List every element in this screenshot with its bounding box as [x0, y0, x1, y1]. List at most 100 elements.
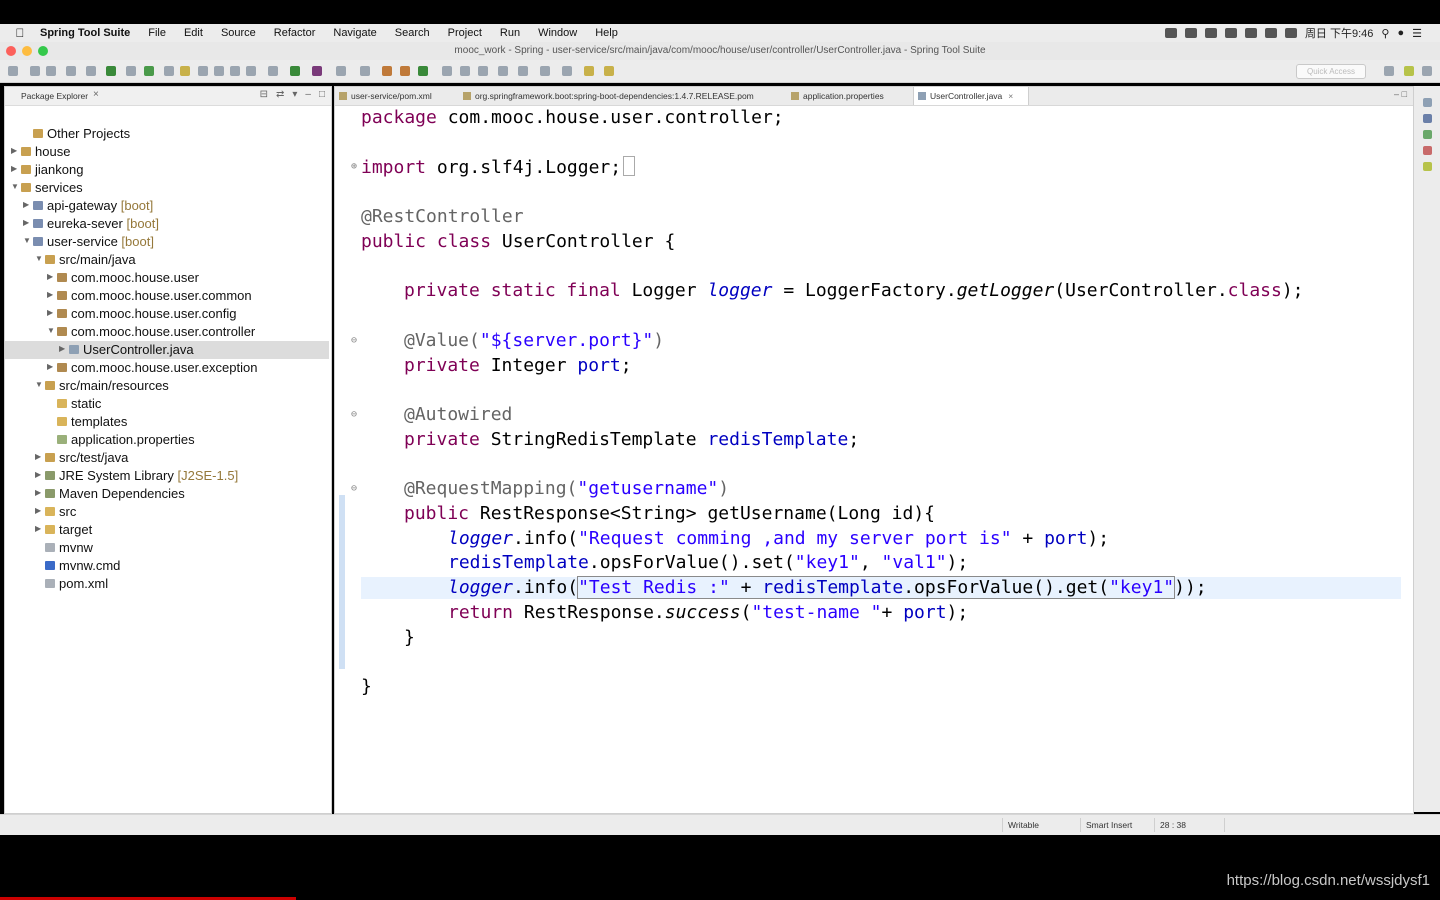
- expand-arrow-icon[interactable]: ▶: [11, 146, 17, 155]
- expand-arrow-icon[interactable]: ▶: [47, 308, 53, 317]
- tree-item[interactable]: ▶ Maven Dependencies: [5, 485, 329, 503]
- collapse-arrow-icon[interactable]: ▼: [35, 380, 43, 389]
- expand-arrow-icon[interactable]: ▶: [47, 362, 53, 371]
- spring-icon[interactable]: [1423, 162, 1432, 171]
- terminal-icon[interactable]: [66, 66, 76, 76]
- code-line[interactable]: public RestResponse<String> getUsername(…: [404, 503, 935, 525]
- tree-item[interactable]: ▼ user-service [boot]: [5, 233, 329, 251]
- tab-application-properties[interactable]: application.properties: [791, 87, 909, 105]
- menu-search[interactable]: Search: [395, 27, 430, 39]
- tree-item[interactable]: pom.xml: [5, 575, 329, 593]
- code-line[interactable]: redisTemplate.opsForValue().set("key1", …: [448, 552, 968, 574]
- close-tab-icon[interactable]: ×: [1008, 91, 1013, 101]
- tree-item[interactable]: ▶ house: [5, 143, 329, 161]
- pin-icon[interactable]: [198, 66, 208, 76]
- tree-item[interactable]: ▶ eureka-sever [boot]: [5, 215, 329, 233]
- expand-arrow-icon[interactable]: ▶: [35, 488, 41, 497]
- tree-item[interactable]: Other Projects: [5, 125, 329, 143]
- spring-perspective-icon[interactable]: [1404, 66, 1414, 76]
- notification-center-icon[interactable]: ☰: [1412, 27, 1422, 40]
- save-all-icon[interactable]: [46, 66, 56, 76]
- search-icon[interactable]: ⚲: [1381, 27, 1389, 40]
- menu-window[interactable]: Window: [538, 27, 577, 39]
- tree-item[interactable]: ▼ com.mooc.house.user.controller: [5, 323, 329, 341]
- tree-item[interactable]: ▶ JRE System Library [J2SE-1.5]: [5, 467, 329, 485]
- task-list-icon[interactable]: [1423, 130, 1432, 139]
- maximize-editor-icon[interactable]: □: [1402, 89, 1407, 99]
- menu-refactor[interactable]: Refactor: [274, 27, 316, 39]
- code-line[interactable]: private Integer port;: [404, 355, 632, 377]
- code-line[interactable]: @Autowired: [404, 404, 512, 426]
- expand-arrow-icon[interactable]: ▶: [35, 452, 41, 461]
- code-line[interactable]: import org.slf4j.Logger;: [361, 156, 636, 178]
- run-icon[interactable]: [290, 66, 300, 76]
- code-line[interactable]: public class UserController {: [361, 231, 675, 253]
- expand-arrow-icon[interactable]: ▶: [35, 524, 41, 533]
- clock[interactable]: 周日 下午9:46: [1305, 25, 1373, 41]
- battery-icon[interactable]: [1284, 28, 1297, 38]
- coverage-icon[interactable]: [312, 66, 322, 76]
- new-project-icon[interactable]: [382, 66, 392, 76]
- tree-item[interactable]: ▶ src/test/java: [5, 449, 329, 467]
- tree-item[interactable]: ▼ src/main/resources: [5, 377, 329, 395]
- code-line[interactable]: logger.info("Request comming ,and my ser…: [448, 528, 1109, 550]
- menu-file[interactable]: File: [148, 27, 166, 39]
- highlight-icon[interactable]: [180, 66, 190, 76]
- expand-arrow-icon[interactable]: ▶: [59, 344, 65, 353]
- siri-icon[interactable]: ●: [1397, 27, 1404, 39]
- tree-item[interactable]: ▶ target: [5, 521, 329, 539]
- expand-arrow-icon[interactable]: ▶: [35, 506, 41, 515]
- open-task-icon[interactable]: [442, 66, 452, 76]
- code-line[interactable]: @RequestMapping("getusername"): [404, 478, 729, 500]
- debug-perspective-icon[interactable]: [1422, 66, 1432, 76]
- menu-help[interactable]: Help: [595, 27, 618, 39]
- problems-icon[interactable]: [1423, 146, 1432, 155]
- tree-item[interactable]: ▶ com.mooc.house.user.exception: [5, 359, 329, 377]
- menu-navigate[interactable]: Navigate: [333, 27, 376, 39]
- collapse-fold-icon[interactable]: ⊖: [351, 335, 357, 346]
- wifi-icon[interactable]: [1264, 28, 1277, 38]
- link-with-editor-icon[interactable]: ⇄: [276, 89, 284, 100]
- cursor-position[interactable]: 28 : 38: [1160, 820, 1186, 830]
- outline-icon[interactable]: [1423, 114, 1432, 123]
- open-type-icon[interactable]: [126, 66, 136, 76]
- minimize-view-icon[interactable]: –: [305, 89, 311, 100]
- tray-app-icon[interactable]: [1244, 28, 1257, 38]
- expand-arrow-icon[interactable]: ▶: [23, 200, 29, 209]
- tab-spring-boot-dependencies[interactable]: org.springframework.boot:spring-boot-dep…: [463, 87, 781, 105]
- tree-item[interactable]: ▶ src: [5, 503, 329, 521]
- minimize-editor-icon[interactable]: –: [1394, 89, 1399, 99]
- external-tools-icon[interactable]: [336, 66, 346, 76]
- tree-item[interactable]: ▼ src/main/java: [5, 251, 329, 269]
- code-line[interactable]: @Value("${server.port}"): [404, 330, 664, 352]
- new-package-icon[interactable]: [400, 66, 410, 76]
- expand-arrow-icon[interactable]: ▶: [47, 272, 53, 281]
- tree-item[interactable]: static: [5, 395, 329, 413]
- prev-edit-icon[interactable]: [562, 66, 572, 76]
- collapse-arrow-icon[interactable]: ▼: [47, 326, 55, 335]
- folded-import-marker[interactable]: [623, 156, 636, 176]
- code-line[interactable]: private static final Logger logger = Log…: [404, 280, 1304, 302]
- show-whitespace-icon[interactable]: [246, 66, 256, 76]
- tray-app-icon[interactable]: [1204, 28, 1217, 38]
- expand-arrow-icon[interactable]: ▶: [47, 290, 53, 299]
- tree-item[interactable]: mvnw.cmd: [5, 557, 329, 575]
- apple-icon[interactable]: : [0, 26, 40, 40]
- back-icon[interactable]: [584, 66, 594, 76]
- web-browser-icon[interactable]: [498, 66, 508, 76]
- quick-access-field[interactable]: Quick Access: [1296, 64, 1366, 79]
- collapse-fold-icon[interactable]: ⊖: [351, 409, 357, 420]
- menu-project[interactable]: Project: [448, 27, 482, 39]
- tray-app-icon[interactable]: [1184, 28, 1197, 38]
- selected-text[interactable]: "Test Redis :" + redisTemplate.opsForVal…: [577, 576, 1176, 599]
- collapse-arrow-icon[interactable]: ▼: [11, 182, 19, 191]
- menu-source[interactable]: Source: [221, 27, 256, 39]
- menu-edit[interactable]: Edit: [184, 27, 203, 39]
- menu-run[interactable]: Run: [500, 27, 520, 39]
- expand-arrow-icon[interactable]: ▶: [11, 164, 17, 173]
- tree-item[interactable]: application.properties: [5, 431, 329, 449]
- collapse-all-icon[interactable]: ⊟: [260, 89, 268, 100]
- expand-arrow-icon[interactable]: ▶: [23, 218, 29, 227]
- expand-arrow-icon[interactable]: ▶: [35, 470, 41, 479]
- boot-dashboard-icon[interactable]: [106, 66, 116, 76]
